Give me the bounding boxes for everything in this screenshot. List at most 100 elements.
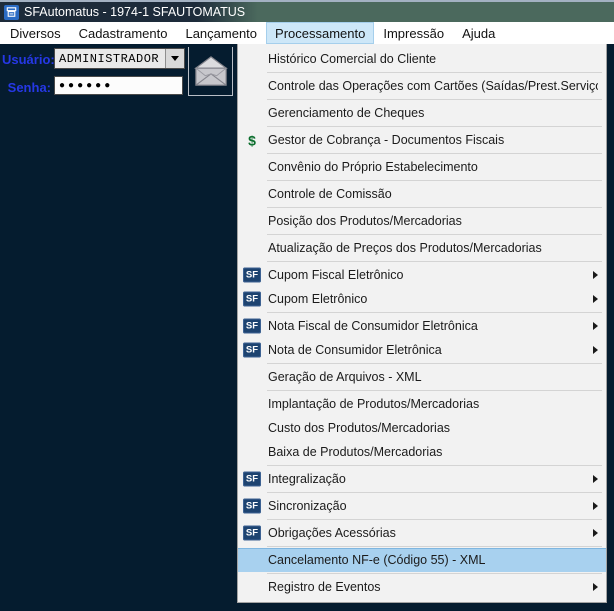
menu-separator — [267, 234, 602, 235]
menu-item-label: Cupom Eletrônico — [268, 292, 367, 306]
menu-item-label: Controle de Comissão — [268, 187, 392, 201]
menu-item-cancelamento-nf-e-codigo-55-xml[interactable]: Cancelamento NF-e (Código 55) - XML — [238, 548, 606, 572]
titlebar: SFAutomatus - 1974-1 SFAUTOMATUS — [0, 0, 614, 22]
sf-badge-icon: SF — [243, 268, 261, 283]
menu-item-label: Posição dos Produtos/Mercadorias — [268, 214, 462, 228]
menu-item-icon-gutter — [243, 553, 261, 568]
menu-item-gestor-de-cobranca-documentos-fiscais[interactable]: $ Gestor de Cobrança - Documentos Fiscais — [238, 128, 606, 152]
menu-item-nota-de-consumidor-eletronica[interactable]: SFNota de Consumidor Eletrônica — [238, 338, 606, 362]
menu-item-obrigacoes-acessorias[interactable]: SF Obrigações Acessórias — [238, 521, 606, 545]
menu-item-registro-de-eventos[interactable]: Registro de Eventos — [238, 575, 606, 599]
sf-badge-icon: SF — [243, 343, 261, 358]
menu-item-label: Registro de Eventos — [268, 580, 381, 594]
sf-badge-icon: SF — [243, 319, 261, 334]
menu-item-implantacao-de-produtos-mercadorias[interactable]: Implantação de Produtos/Mercadorias — [238, 392, 606, 416]
menu-item-label: Cancelamento NF-e (Código 55) - XML — [268, 553, 485, 567]
menubar-item-diversos[interactable]: Diversos — [1, 22, 70, 44]
menu-item-integralizacao[interactable]: SFIntegralização — [238, 467, 606, 491]
menu-separator — [267, 573, 602, 574]
menu-item-posicao-dos-produtos-mercadorias[interactable]: Posição dos Produtos/Mercadorias — [238, 209, 606, 233]
menu-separator — [267, 153, 602, 154]
menu-separator — [267, 207, 602, 208]
menu-item-icon-gutter — [243, 370, 261, 385]
submenu-arrow-icon — [593, 583, 598, 591]
submenu-arrow-icon — [593, 271, 598, 279]
menu-item-label: Implantação de Produtos/Mercadorias — [268, 397, 479, 411]
menu-item-icon-gutter — [243, 52, 261, 67]
menu-item-icon-gutter — [243, 214, 261, 229]
menu-item-label: Atualização de Preços dos Produtos/Merca… — [268, 241, 542, 255]
menu-item-icon-gutter — [243, 160, 261, 175]
menu-item-label: Gerenciamento de Cheques — [268, 106, 424, 120]
menu-separator — [267, 72, 602, 73]
menu-item-sincronizacao[interactable]: SF Sincronização — [238, 494, 606, 518]
password-label: Senha: — [2, 80, 51, 95]
chevron-down-icon — [171, 56, 179, 61]
sf-badge-icon: SF — [243, 526, 261, 541]
submenu-arrow-icon — [593, 529, 598, 537]
menu-separator — [267, 519, 602, 520]
menu-item-icon-gutter — [243, 421, 261, 436]
menu-item-cupom-fiscal-eletronico[interactable]: SFCupom Fiscal Eletrônico — [238, 263, 606, 287]
menu-separator — [267, 492, 602, 493]
menubar-item-cadastramento[interactable]: Cadastramento — [70, 22, 177, 44]
dollar-icon: $ — [243, 133, 261, 148]
menu-separator — [267, 126, 602, 127]
menu-item-cupom-eletronico[interactable]: SF Cupom Eletrônico — [238, 287, 606, 311]
menu-item-baixa-de-produtos-mercadorias[interactable]: Baixa de Produtos/Mercadorias — [238, 440, 606, 464]
menu-item-controle-de-comissao[interactable]: Controle de Comissão — [238, 182, 606, 206]
client-area: Usuário: ADMINISTRADOR Senha: ●●●●●● His… — [0, 44, 614, 611]
menu-item-label: Integralização — [268, 472, 346, 486]
mail-button[interactable] — [188, 47, 233, 96]
menubar-item-ajuda[interactable]: Ajuda — [453, 22, 504, 44]
menu-item-gerenciamento-de-cheques[interactable]: Gerenciamento de Cheques — [238, 101, 606, 125]
submenu-arrow-icon — [593, 475, 598, 483]
app-window: SFAutomatus - 1974-1 SFAUTOMATUS Diverso… — [0, 0, 614, 611]
menu-item-label: Controle das Operações com Cartões (Saíd… — [268, 79, 598, 93]
menu-item-nota-fiscal-de-consumidor-eletronica[interactable]: SF Nota Fiscal de Consumidor Eletrônica — [238, 314, 606, 338]
menu-separator — [267, 390, 602, 391]
menu-item-label: Nota Fiscal de Consumidor Eletrônica — [268, 319, 478, 333]
user-label: Usuário: — [2, 52, 51, 67]
sf-badge-icon: SF — [243, 292, 261, 307]
menubar-item-lancamento[interactable]: Lançamento — [176, 22, 266, 44]
menu-item-controle-das-operacoes-com-cartoes-saidas-prest-servicos[interactable]: Controle das Operações com Cartões (Saíd… — [238, 74, 606, 98]
menu-item-convenio-do-proprio-estabelecimento[interactable]: Convênio do Próprio Estabelecimento — [238, 155, 606, 179]
menu-item-label: Sincronização — [268, 499, 347, 513]
menu-separator — [267, 363, 602, 364]
sf-badge-icon: SF — [243, 499, 261, 514]
menu-item-icon-gutter — [243, 79, 261, 94]
menu-item-label: Geração de Arquivos - XML — [268, 370, 422, 384]
menu-item-label: Gestor de Cobrança - Documentos Fiscais — [268, 133, 504, 147]
menu-item-icon-gutter — [243, 241, 261, 256]
menu-item-label: Custo dos Produtos/Mercadorias — [268, 421, 450, 435]
menu-separator — [267, 99, 602, 100]
submenu-arrow-icon — [593, 295, 598, 303]
menu-separator — [267, 465, 602, 466]
menu-item-label: Obrigações Acessórias — [268, 526, 396, 540]
submenu-arrow-icon — [593, 502, 598, 510]
password-input[interactable]: ●●●●●● — [54, 76, 183, 95]
combobox-dropdown-button[interactable] — [165, 49, 184, 68]
menu-item-geracao-de-arquivos-xml[interactable]: Geração de Arquivos - XML — [238, 365, 606, 389]
processamento-menu: Histórico Comercial do Cliente Controle d… — [237, 44, 607, 603]
menu-separator — [267, 261, 602, 262]
submenu-arrow-icon — [593, 346, 598, 354]
menu-item-icon-gutter — [243, 106, 261, 121]
menu-item-icon-gutter — [243, 445, 261, 460]
receipt-printer-icon — [4, 5, 19, 20]
password-masked-value: ●●●●●● — [59, 81, 113, 91]
user-combobox[interactable]: ADMINISTRADOR — [54, 48, 185, 69]
menubar: Diversos Cadastramento Lançamento Proces… — [0, 22, 614, 44]
menu-separator — [267, 312, 602, 313]
user-combobox-value: ADMINISTRADOR — [55, 52, 165, 66]
menubar-item-impressao[interactable]: Impressão — [374, 22, 453, 44]
menubar-item-processamento[interactable]: Processamento — [266, 22, 374, 44]
menu-item-atualizacao-de-precos-dos-produtos-mercadorias[interactable]: Atualização de Preços dos Produtos/Merca… — [238, 236, 606, 260]
menu-item-label: Convênio do Próprio Estabelecimento — [268, 160, 478, 174]
menu-item-custo-dos-produtos-mercadorias[interactable]: Custo dos Produtos/Mercadorias — [238, 416, 606, 440]
menu-separator — [267, 180, 602, 181]
menu-item-icon-gutter — [243, 187, 261, 202]
menu-item-historico-comercial-do-cliente[interactable]: Histórico Comercial do Cliente — [238, 47, 606, 71]
window-title: SFAutomatus - 1974-1 SFAUTOMATUS — [24, 5, 245, 19]
